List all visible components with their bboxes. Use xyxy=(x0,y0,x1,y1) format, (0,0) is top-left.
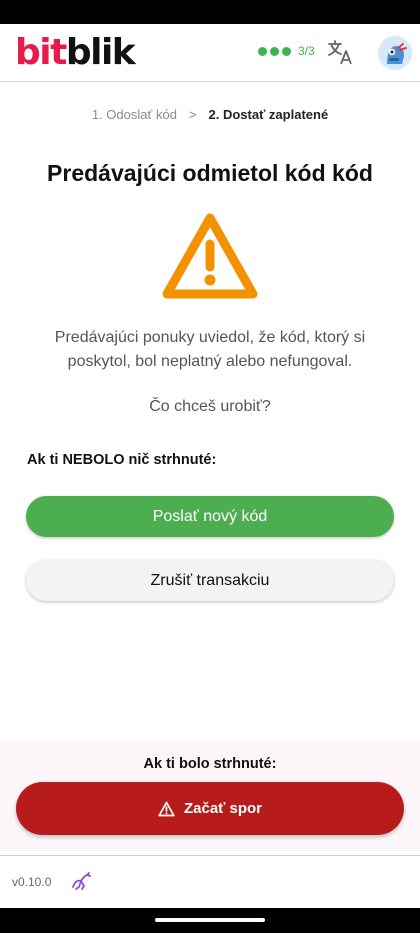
progress-indicator: 3/3 xyxy=(258,44,315,58)
stepper: 1. Odoslať kód > 2. Dostať zaplatené xyxy=(0,104,420,124)
version-label: v0.10.0 xyxy=(12,875,52,889)
translate-icon[interactable] xyxy=(326,38,356,68)
logo-blik: blik xyxy=(65,32,136,73)
charged-label: Ak ti bolo strhnuté: xyxy=(143,756,277,772)
app-header: bitblik 3/3 xyxy=(0,24,420,82)
robosats-icon[interactable] xyxy=(70,870,92,892)
warning-icon xyxy=(158,801,175,816)
send-new-code-button[interactable]: Poslať nový kód xyxy=(26,496,394,537)
step-send-code: 1. Odoslať kód xyxy=(91,106,177,122)
logo-bit: bit xyxy=(15,32,67,73)
not-charged-label: Ak ti NEBOLO nič strhnuté: xyxy=(27,452,217,468)
home-indicator[interactable] xyxy=(155,918,265,922)
system-nav-bar xyxy=(0,908,420,933)
cancel-transaction-button[interactable]: Zrušiť transakciu xyxy=(26,560,394,601)
robot-avatar-icon[interactable] xyxy=(378,36,412,70)
start-dispute-button[interactable]: Začať spor xyxy=(16,782,404,835)
question-text: Čo chceš urobiť? xyxy=(149,398,271,415)
footer: v0.10.0 xyxy=(0,855,420,908)
logo[interactable]: bitblik xyxy=(15,32,136,74)
warning-triangle-icon xyxy=(160,210,260,302)
start-dispute-label: Začať spor xyxy=(183,800,263,817)
progress-dot xyxy=(282,46,291,56)
progress-count: 3/3 xyxy=(298,44,315,58)
step-separator: > xyxy=(188,106,197,122)
status-bar xyxy=(0,0,420,24)
progress-dot xyxy=(270,46,279,56)
rejection-description: Predávajúci ponuky uviedol, že kód, ktor… xyxy=(54,329,366,370)
dispute-panel: Ak ti bolo strhnuté: Začať spor xyxy=(0,741,420,851)
page-title: Predávajúci odmietol kód kód xyxy=(47,160,373,186)
progress-dot xyxy=(258,46,267,56)
step-get-paid: 2. Dostať zaplatené xyxy=(208,106,329,122)
